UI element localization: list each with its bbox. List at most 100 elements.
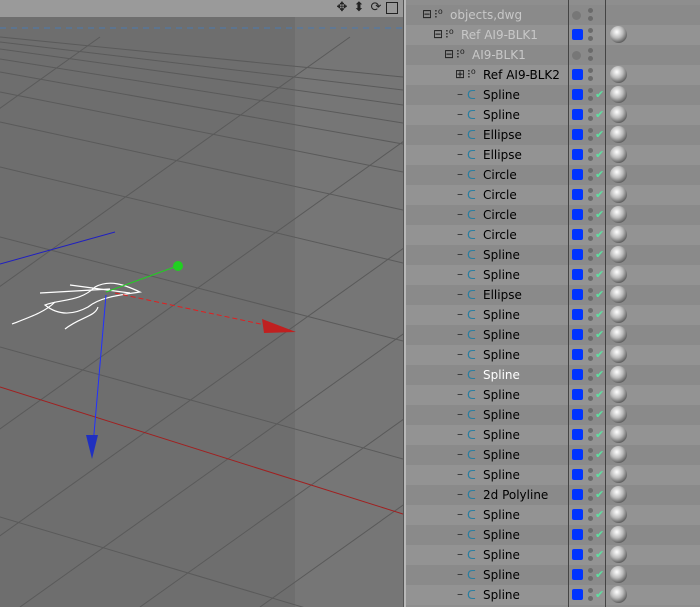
- object-row[interactable]: – ᑕ Spline ✔: [406, 325, 700, 345]
- object-row[interactable]: – ᑕ Spline ✔: [406, 385, 700, 405]
- visibility-dots[interactable]: [588, 548, 593, 564]
- object-row[interactable]: – ᑕ Ellipse ✔: [406, 285, 700, 305]
- object-name[interactable]: Ellipse: [483, 288, 522, 302]
- object-name[interactable]: Spline: [483, 328, 520, 342]
- object-name[interactable]: Ellipse: [483, 128, 522, 142]
- 3d-viewport[interactable]: ✥ ⬍ ⟳: [0, 0, 403, 607]
- visibility-dots[interactable]: [588, 168, 593, 184]
- layer-flag[interactable]: [572, 269, 583, 280]
- visibility-dots[interactable]: [588, 428, 593, 444]
- layer-flag[interactable]: [572, 349, 583, 360]
- object-name[interactable]: Spline: [483, 568, 520, 582]
- layer-flag[interactable]: [572, 29, 583, 40]
- material-tag-icon[interactable]: [610, 126, 627, 143]
- maximize-icon[interactable]: [386, 2, 398, 14]
- rotate-icon[interactable]: ⟳: [369, 0, 383, 15]
- object-row[interactable]: – ᑕ Spline ✔: [406, 505, 700, 525]
- object-row[interactable]: – ᑕ Circle ✔: [406, 225, 700, 245]
- enabled-check-icon[interactable]: ✔: [595, 208, 604, 221]
- object-row[interactable]: – ᑕ Spline ✔: [406, 585, 700, 605]
- material-tag-icon[interactable]: [610, 106, 627, 123]
- object-row[interactable]: – ᑕ Spline ✔: [406, 425, 700, 445]
- layer-flag[interactable]: [572, 449, 583, 460]
- x-axis-handle[interactable]: [114, 292, 271, 327]
- layer-flag[interactable]: [572, 369, 583, 380]
- enabled-check-icon[interactable]: ✔: [595, 468, 604, 481]
- object-row[interactable]: – ᑕ Ellipse ✔: [406, 145, 700, 165]
- layer-flag[interactable]: [572, 469, 583, 480]
- object-row[interactable]: – ᑕ Spline ✔: [406, 445, 700, 465]
- material-tag-icon[interactable]: [610, 246, 627, 263]
- object-row[interactable]: – ᑕ Spline ✔: [406, 405, 700, 425]
- object-row[interactable]: – ᑕ Spline ✔: [406, 545, 700, 565]
- object-row[interactable]: ⊞ ⁝⁰ Ref AI9-BLK2: [406, 65, 700, 85]
- material-tag-icon[interactable]: [610, 546, 627, 563]
- enabled-check-icon[interactable]: ✔: [595, 328, 604, 341]
- object-name[interactable]: Spline: [483, 408, 520, 422]
- object-row[interactable]: – ᑕ Spline ✔: [406, 465, 700, 485]
- layer-flag[interactable]: [572, 11, 581, 20]
- layer-flag[interactable]: [572, 529, 583, 540]
- material-tag-icon[interactable]: [610, 406, 627, 423]
- layer-flag[interactable]: [572, 309, 583, 320]
- object-name[interactable]: Spline: [483, 388, 520, 402]
- visibility-dots[interactable]: [588, 388, 593, 404]
- visibility-dots[interactable]: [588, 68, 593, 84]
- object-row[interactable]: ⊟ ⁝⁰ AI9-BLK1: [406, 45, 700, 65]
- layer-flag[interactable]: [572, 169, 583, 180]
- layer-flag[interactable]: [572, 189, 583, 200]
- object-name[interactable]: Circle: [483, 208, 517, 222]
- object-name[interactable]: Spline: [483, 428, 520, 442]
- object-row[interactable]: ⊟ ⁝⁰ objects,dwg: [406, 5, 700, 25]
- object-name[interactable]: Spline: [483, 308, 520, 322]
- enabled-check-icon[interactable]: ✔: [595, 448, 604, 461]
- layer-flag[interactable]: [572, 109, 583, 120]
- minus-expand-icon[interactable]: ⊟: [444, 47, 454, 61]
- material-tag-icon[interactable]: [610, 586, 627, 603]
- visibility-dots[interactable]: [588, 8, 593, 24]
- object-name[interactable]: Ref AI9-BLK1: [461, 28, 538, 42]
- visibility-dots[interactable]: [588, 88, 593, 104]
- y-axis-handle-knob[interactable]: [173, 261, 183, 271]
- material-tag-icon[interactable]: [610, 566, 627, 583]
- visibility-dots[interactable]: [588, 448, 593, 464]
- visibility-dots[interactable]: [588, 108, 593, 124]
- material-tag-icon[interactable]: [610, 446, 627, 463]
- object-row[interactable]: – ᑕ Spline ✔: [406, 85, 700, 105]
- material-tag-icon[interactable]: [610, 386, 627, 403]
- object-row[interactable]: – ᑕ Circle ✔: [406, 185, 700, 205]
- visibility-dots[interactable]: [588, 348, 593, 364]
- material-tag-icon[interactable]: [610, 346, 627, 363]
- enabled-check-icon[interactable]: ✔: [595, 408, 604, 421]
- visibility-dots[interactable]: [588, 148, 593, 164]
- object-name[interactable]: Spline: [483, 508, 520, 522]
- object-row[interactable]: – ᑕ Spline ✔: [406, 305, 700, 325]
- visibility-dots[interactable]: [588, 408, 593, 424]
- layer-flag[interactable]: [572, 549, 583, 560]
- enabled-check-icon[interactable]: ✔: [595, 308, 604, 321]
- material-tag-icon[interactable]: [610, 506, 627, 523]
- object-name[interactable]: Spline: [483, 468, 520, 482]
- object-name[interactable]: Spline: [483, 448, 520, 462]
- enabled-check-icon[interactable]: ✔: [595, 488, 604, 501]
- enabled-check-icon[interactable]: ✔: [595, 368, 604, 381]
- enabled-check-icon[interactable]: ✔: [595, 588, 604, 601]
- enabled-check-icon[interactable]: ✔: [595, 188, 604, 201]
- object-row[interactable]: – ᑕ Spline ✔: [406, 105, 700, 125]
- visibility-dots[interactable]: [588, 328, 593, 344]
- visibility-dots[interactable]: [588, 568, 593, 584]
- object-name[interactable]: Spline: [483, 88, 520, 102]
- object-name[interactable]: AI9-BLK1: [472, 48, 526, 62]
- enabled-check-icon[interactable]: ✔: [595, 108, 604, 121]
- enabled-check-icon[interactable]: ✔: [595, 268, 604, 281]
- layer-flag[interactable]: [572, 289, 583, 300]
- visibility-dots[interactable]: [588, 468, 593, 484]
- material-tag-icon[interactable]: [610, 266, 627, 283]
- layer-flag[interactable]: [572, 409, 583, 420]
- visibility-dots[interactable]: [588, 268, 593, 284]
- object-row[interactable]: – ᑕ Spline ✔: [406, 265, 700, 285]
- object-name[interactable]: Spline: [483, 528, 520, 542]
- enabled-check-icon[interactable]: ✔: [595, 548, 604, 561]
- object-name[interactable]: Spline: [483, 588, 520, 602]
- object-name[interactable]: Ellipse: [483, 148, 522, 162]
